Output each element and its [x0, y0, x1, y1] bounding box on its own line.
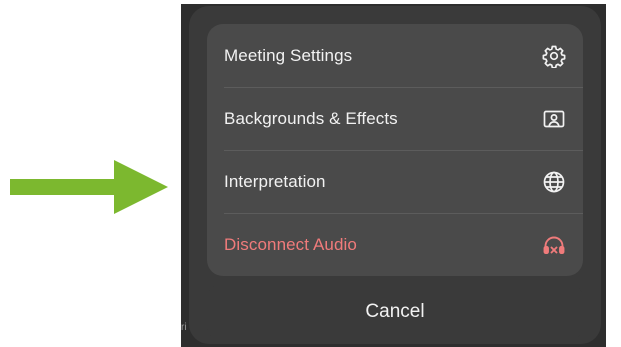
menu-item-label: Backgrounds & Effects	[224, 108, 398, 128]
gear-icon	[541, 43, 567, 69]
cancel-label: Cancel	[365, 301, 425, 322]
headphones-disconnect-icon	[541, 232, 567, 258]
action-sheet: Meeting Settings Backgrounds & Effects I…	[189, 6, 601, 344]
app-screen-background: ri Meeting Settings Backgrounds & Effect…	[181, 4, 606, 347]
menu-item-label: Meeting Settings	[224, 45, 353, 65]
stage: ri Meeting Settings Backgrounds & Effect…	[0, 0, 621, 347]
menu-item-disconnect-audio[interactable]: Disconnect Audio	[207, 213, 583, 276]
background-edge-text: ri	[181, 322, 187, 333]
menu-item-label: Interpretation	[224, 171, 326, 191]
person-portrait-icon	[541, 106, 567, 132]
green-arrow-pointer	[10, 160, 168, 214]
globe-icon	[541, 169, 567, 195]
cancel-button[interactable]: Cancel	[207, 284, 583, 340]
menu-item-label: Disconnect Audio	[224, 234, 357, 254]
menu-item-meeting-settings[interactable]: Meeting Settings	[207, 24, 583, 87]
menu-item-interpretation[interactable]: Interpretation	[207, 150, 583, 213]
menu-item-backgrounds-effects[interactable]: Backgrounds & Effects	[207, 87, 583, 150]
action-sheet-menu: Meeting Settings Backgrounds & Effects I…	[207, 24, 583, 276]
